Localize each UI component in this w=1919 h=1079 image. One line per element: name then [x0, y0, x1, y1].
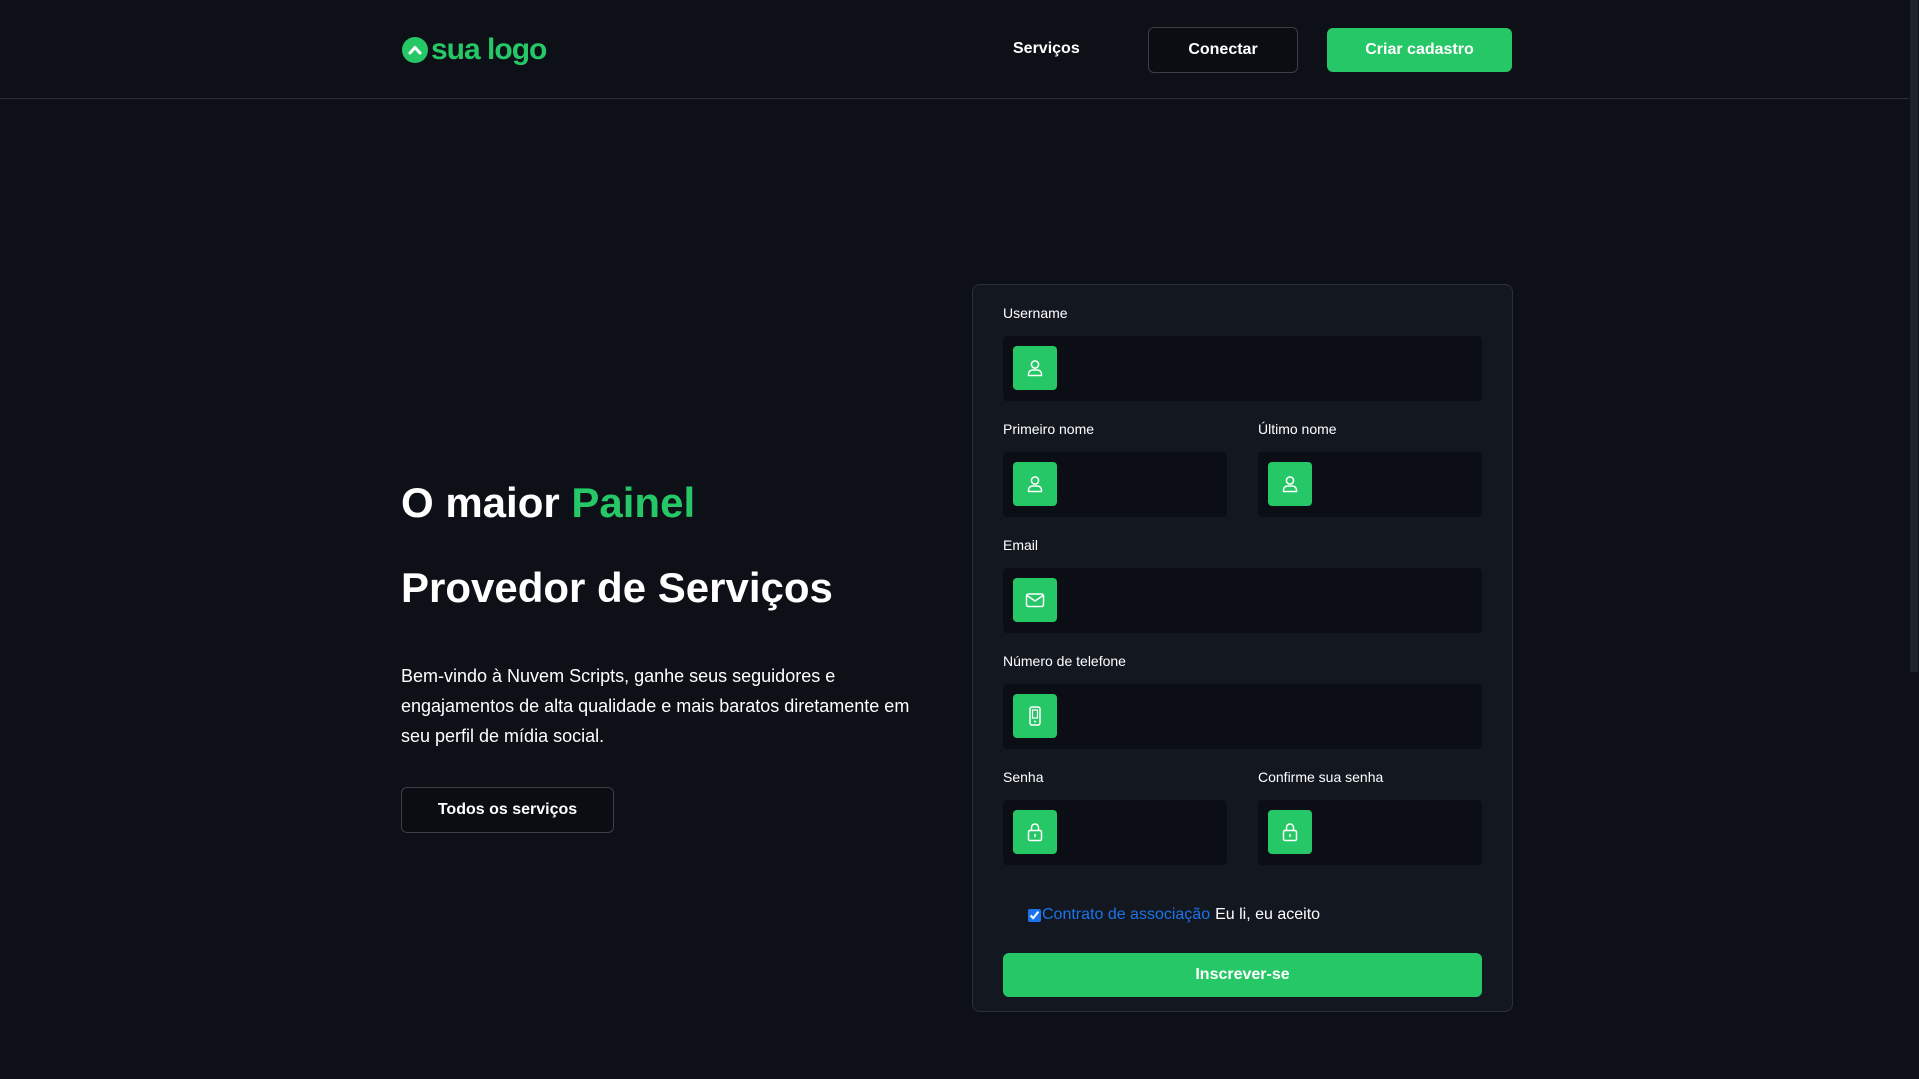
- phone-field[interactable]: [1003, 684, 1482, 749]
- hero-description: Bem-vindo à Nuvem Scripts, ganhe seus se…: [401, 666, 910, 746]
- chevron-up-icon: [402, 37, 428, 63]
- agreement-text: Eu li, eu aceito: [1215, 906, 1321, 923]
- scrollbar[interactable]: [1909, 0, 1919, 1079]
- user-icon: [1268, 462, 1312, 506]
- email-field[interactable]: [1003, 568, 1482, 633]
- confirm-password-field[interactable]: [1258, 800, 1482, 865]
- logo[interactable]: sua logo: [402, 30, 547, 70]
- registration-form: Username Primeiro nome Último nome Email…: [972, 284, 1513, 1012]
- register-submit-button[interactable]: Inscrever-se: [1003, 953, 1482, 997]
- first-name-label: Primeiro nome: [1003, 421, 1095, 437]
- phone-input[interactable]: [1067, 684, 1482, 749]
- top-navbar: sua logo Serviços Conectar Criar cadastr…: [0, 0, 1909, 99]
- hero-subtitle: Provedor de Serviços: [401, 564, 833, 611]
- lock-icon: [1013, 810, 1057, 854]
- hero-title: O maior Painel: [401, 479, 695, 527]
- hero-title-prefix: O maior: [401, 479, 572, 526]
- confirm-password-input[interactable]: [1322, 800, 1482, 865]
- scrollbar-thumb[interactable]: [1910, 0, 1918, 672]
- confirm-password-label: Confirme sua senha: [1258, 769, 1384, 785]
- first-name-field[interactable]: [1003, 452, 1227, 517]
- username-input[interactable]: [1067, 336, 1482, 401]
- user-icon: [1013, 462, 1057, 506]
- password-input[interactable]: [1067, 800, 1227, 865]
- first-name-input[interactable]: [1067, 452, 1227, 517]
- username-field[interactable]: [1003, 336, 1482, 401]
- email-input[interactable]: [1067, 568, 1482, 633]
- last-name-input[interactable]: [1322, 452, 1482, 517]
- phone-icon: [1013, 694, 1057, 738]
- nav-link-services[interactable]: Serviços: [1013, 40, 1080, 58]
- phone-label: Número de telefone: [1003, 653, 1126, 669]
- email-label: Email: [1003, 537, 1039, 553]
- agreement-checkbox[interactable]: [1028, 908, 1041, 922]
- lock-icon: [1268, 810, 1312, 854]
- username-label: Username: [1003, 305, 1068, 321]
- logo-text: sua logo: [431, 33, 547, 66]
- password-label: Senha: [1003, 769, 1044, 785]
- signup-button[interactable]: Criar cadastro: [1327, 28, 1512, 72]
- last-name-field[interactable]: [1258, 452, 1482, 517]
- agreement-row: Contrato de associação Eu li, eu aceito: [1028, 906, 1320, 924]
- last-name-label: Último nome: [1258, 421, 1337, 437]
- agreement-link[interactable]: Contrato de associação: [1042, 906, 1210, 924]
- login-button[interactable]: Conectar: [1148, 27, 1298, 73]
- hero-title-accent: Painel: [571, 479, 696, 526]
- password-field[interactable]: [1003, 800, 1227, 865]
- user-icon: [1013, 346, 1057, 390]
- all-services-button[interactable]: Todos os serviços: [401, 787, 614, 833]
- envelope-icon: [1013, 578, 1057, 622]
